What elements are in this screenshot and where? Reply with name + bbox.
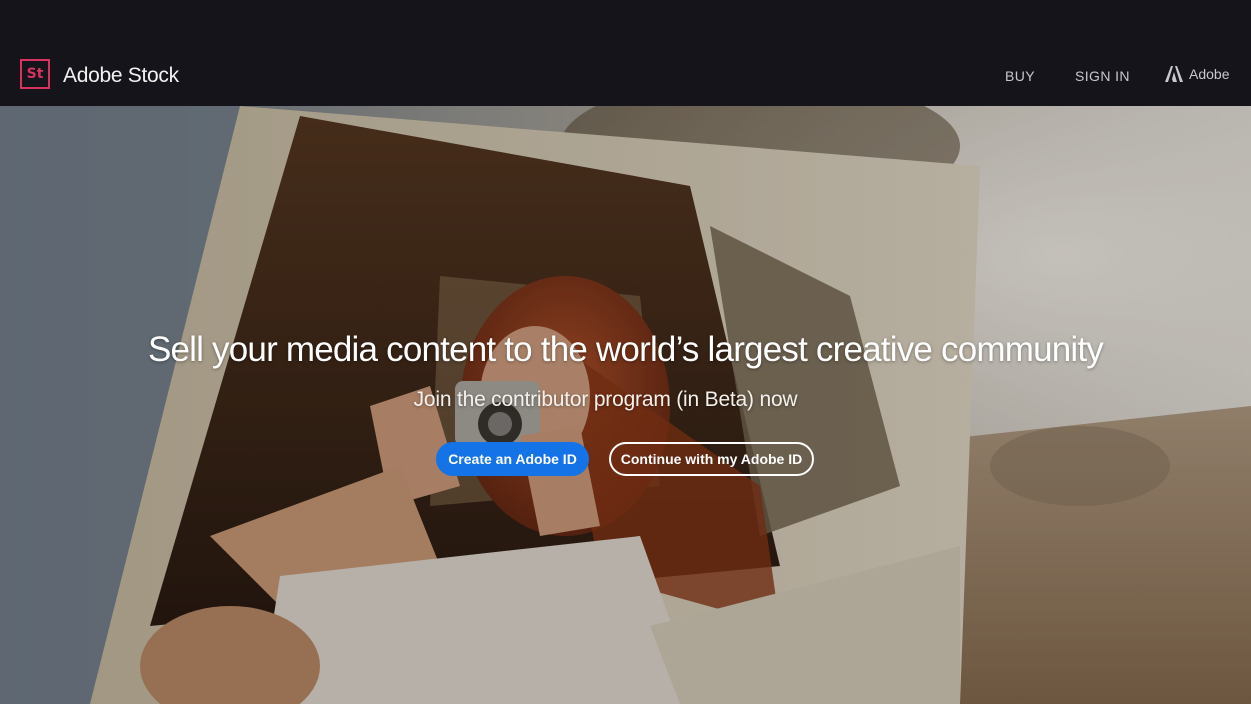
adobe-stock-logo-icon[interactable]: St xyxy=(20,59,50,89)
create-adobe-id-button[interactable]: Create an Adobe ID xyxy=(436,442,589,476)
nav-buy-link[interactable]: BUY xyxy=(1005,68,1035,84)
hero-subhead: Join the contributor program (in Beta) n… xyxy=(413,388,798,411)
adobe-logo-icon xyxy=(1165,66,1183,82)
nav-sign-in-link[interactable]: SIGN IN xyxy=(1075,68,1130,84)
top-strip xyxy=(0,0,1251,52)
adobe-link-label: Adobe xyxy=(1189,66,1230,82)
continue-with-adobe-id-button[interactable]: Continue with my Adobe ID xyxy=(609,442,814,476)
adobe-link[interactable]: Adobe xyxy=(1165,66,1229,82)
brand-name[interactable]: Adobe Stock xyxy=(63,64,179,88)
site-header: St Adobe Stock BUY SIGN IN Adobe xyxy=(0,52,1251,106)
hero-section: Sell your media content to the world’s l… xyxy=(0,106,1251,704)
hero-headline: Sell your media content to the world’s l… xyxy=(147,330,1104,369)
